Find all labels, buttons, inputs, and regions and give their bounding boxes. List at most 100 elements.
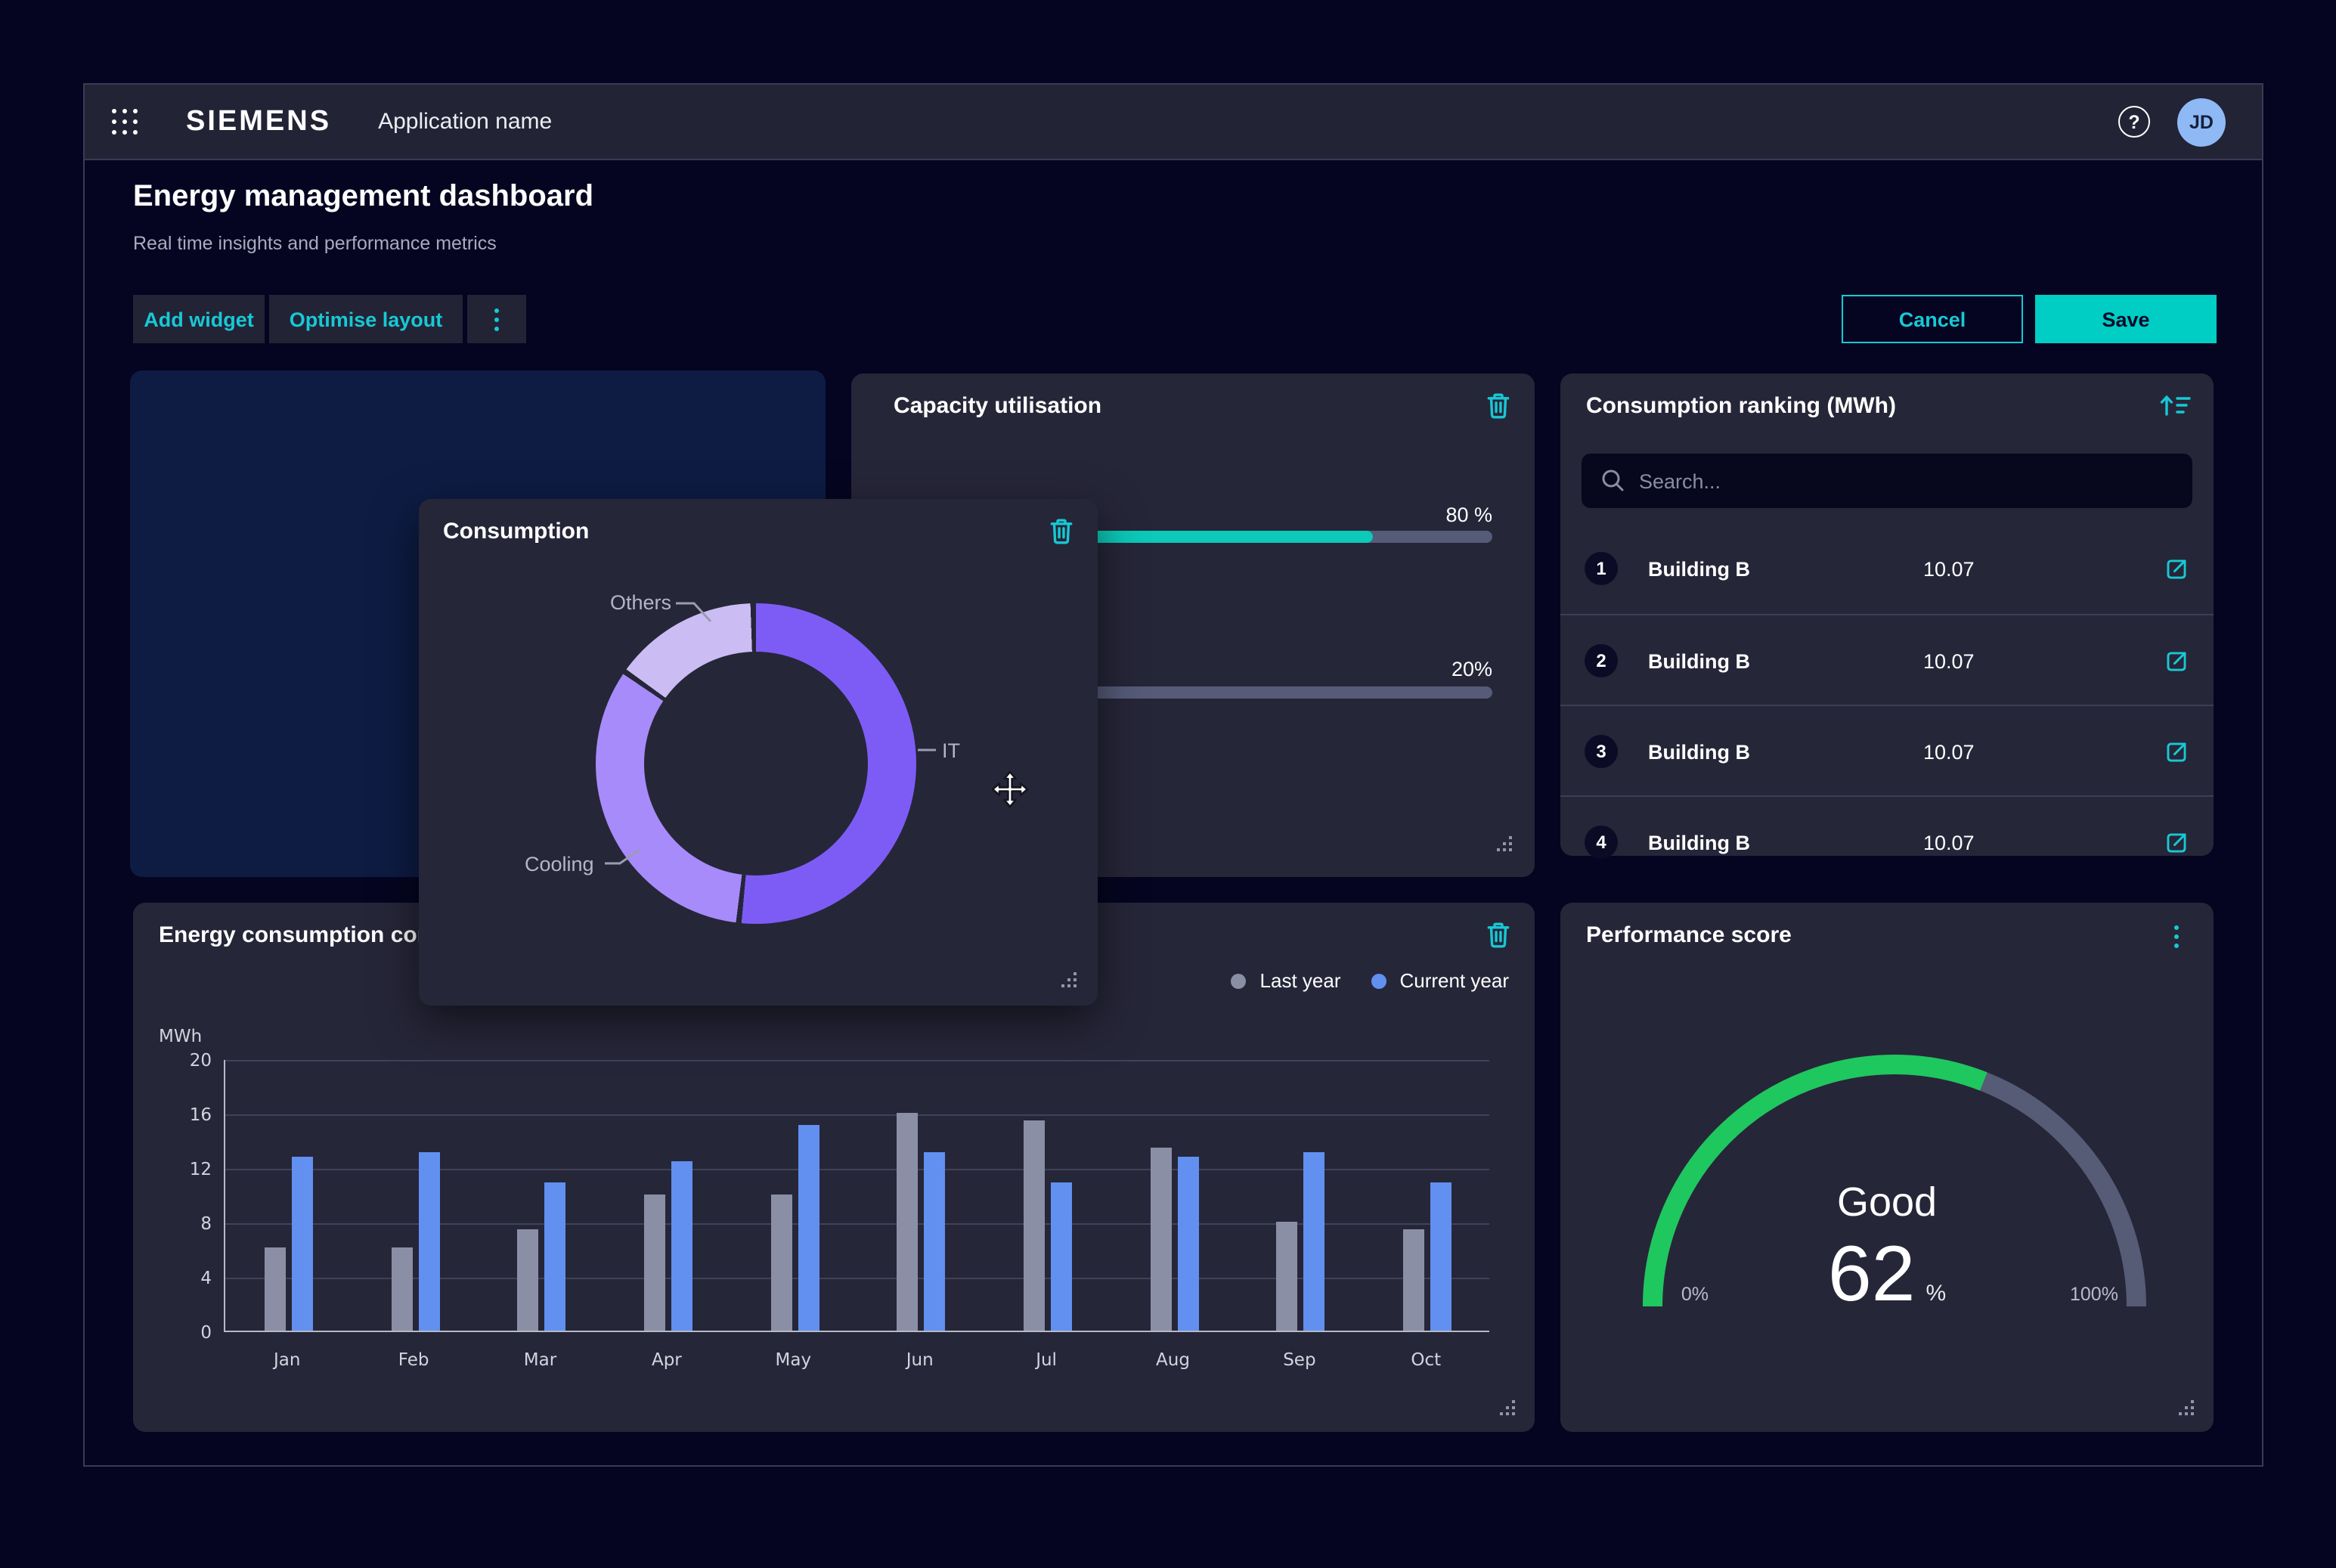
legend-label: Current year bbox=[1400, 969, 1510, 992]
widget-performance-score: Performance score Good 62 % 0% 100% bbox=[1560, 903, 2214, 1432]
rank-badge: 4 bbox=[1585, 826, 1618, 859]
gauge-score-value: 62 bbox=[1828, 1235, 1916, 1314]
app-launcher-icon[interactable] bbox=[110, 107, 141, 137]
building-name: Building B bbox=[1648, 558, 1750, 581]
bar-last-year bbox=[265, 1247, 286, 1331]
legend-dot-icon bbox=[1371, 973, 1386, 988]
bar-last-year bbox=[897, 1113, 919, 1331]
open-external-button[interactable] bbox=[2164, 739, 2189, 765]
external-link-icon bbox=[2164, 649, 2189, 674]
widget-title: Capacity utilisation bbox=[894, 393, 1101, 419]
legend-dot-icon bbox=[1232, 973, 1247, 988]
ranking-row[interactable]: 1 Building B 10.07 bbox=[1560, 523, 2214, 614]
y-tick-label: 8 bbox=[172, 1213, 212, 1234]
consumption-value: 10.07 bbox=[1923, 832, 1975, 854]
x-tick-label: Sep bbox=[1266, 1349, 1333, 1370]
open-external-button[interactable] bbox=[2164, 649, 2189, 674]
siemens-logo: SIEMENS bbox=[186, 105, 331, 138]
search-input[interactable] bbox=[1639, 469, 2138, 492]
capacity-row-value: 80 % bbox=[1445, 504, 1492, 526]
x-tick-label: Jul bbox=[1013, 1349, 1080, 1370]
bar-last-year bbox=[1024, 1121, 1045, 1331]
x-tick-label: Mar bbox=[507, 1349, 574, 1370]
legend-item[interactable]: Current year bbox=[1371, 969, 1510, 992]
sort-button[interactable] bbox=[2159, 392, 2192, 420]
chart-legend: Last year Current year bbox=[1232, 969, 1509, 992]
gridline bbox=[225, 1060, 1489, 1061]
trash-icon bbox=[1485, 921, 1512, 950]
y-axis-unit-label: MWh bbox=[159, 1025, 202, 1046]
widget-title: Performance score bbox=[1586, 922, 1792, 948]
trash-icon bbox=[1485, 392, 1512, 420]
capacity-row-value: 20% bbox=[1451, 658, 1492, 680]
page-subtitle: Real time insights and performance metri… bbox=[133, 233, 497, 254]
gauge-max-label: 100% bbox=[2056, 1284, 2132, 1305]
gridline bbox=[225, 1278, 1489, 1279]
save-button[interactable]: Save bbox=[2035, 295, 2217, 343]
search-box bbox=[1582, 454, 2192, 508]
bar-last-year bbox=[1277, 1222, 1298, 1331]
building-name: Building B bbox=[1648, 741, 1750, 764]
resize-grip-icon[interactable] bbox=[1497, 836, 1513, 853]
bar-current-year bbox=[1430, 1182, 1451, 1331]
resize-grip-icon[interactable] bbox=[2179, 1400, 2195, 1417]
bar-last-year bbox=[1403, 1229, 1424, 1331]
consumption-value: 10.07 bbox=[1923, 650, 1975, 673]
x-tick-label: Jun bbox=[887, 1349, 953, 1370]
gridline bbox=[225, 1114, 1489, 1116]
kebab-icon bbox=[2173, 925, 2178, 930]
x-tick-label: Jan bbox=[254, 1349, 321, 1370]
legend-item[interactable]: Last year bbox=[1232, 969, 1341, 992]
building-name: Building B bbox=[1648, 650, 1750, 673]
cancel-button[interactable]: Cancel bbox=[1842, 295, 2023, 343]
open-external-button[interactable] bbox=[2164, 830, 2189, 856]
avatar[interactable]: JD bbox=[2177, 98, 2226, 146]
ranking-row[interactable]: 4 Building B 10.07 bbox=[1560, 795, 2214, 856]
dashboard-stage: SIEMENS Application name ? JD Energy man… bbox=[0, 0, 2336, 1568]
bar-current-year bbox=[798, 1125, 819, 1331]
consumption-value: 10.07 bbox=[1923, 741, 1975, 764]
widget-consumption-donut[interactable]: Consumption Others IT Cooling bbox=[419, 499, 1098, 1006]
donut-label-others: Others bbox=[610, 591, 671, 614]
ranking-row[interactable]: 3 Building B 10.07 bbox=[1560, 705, 2214, 795]
y-tick-label: 12 bbox=[172, 1158, 212, 1179]
rank-badge: 3 bbox=[1585, 735, 1618, 768]
x-tick-label: May bbox=[760, 1349, 826, 1370]
rank-badge: 1 bbox=[1585, 552, 1618, 585]
open-external-button[interactable] bbox=[2164, 556, 2189, 582]
bar-chart-plot bbox=[224, 1060, 1489, 1332]
delete-widget-button[interactable] bbox=[1048, 517, 1075, 546]
search-icon bbox=[1601, 469, 1625, 493]
bar-current-year bbox=[1051, 1182, 1072, 1331]
rank-badge: 2 bbox=[1585, 644, 1618, 677]
widget-menu-button[interactable] bbox=[2161, 921, 2191, 950]
delete-widget-button[interactable] bbox=[1485, 921, 1512, 950]
gauge-min-label: 0% bbox=[1666, 1284, 1724, 1305]
widget-title: Consumption bbox=[443, 519, 589, 544]
bar-current-year bbox=[1304, 1152, 1325, 1331]
external-link-icon bbox=[2164, 556, 2189, 582]
more-actions-button[interactable] bbox=[467, 295, 526, 343]
ranking-row[interactable]: 2 Building B 10.07 bbox=[1560, 614, 2214, 705]
donut-label-cooling: Cooling bbox=[525, 853, 594, 875]
delete-widget-button[interactable] bbox=[1485, 392, 1512, 420]
widget-title: Energy consumption com bbox=[159, 922, 437, 948]
consumption-value: 10.07 bbox=[1923, 558, 1975, 581]
bar-current-year bbox=[1178, 1157, 1199, 1331]
add-widget-button[interactable]: Add widget bbox=[133, 295, 265, 343]
bar-current-year bbox=[925, 1152, 946, 1331]
bar-last-year bbox=[518, 1229, 539, 1331]
donut-chart bbox=[596, 603, 916, 924]
bar-last-year bbox=[770, 1195, 792, 1331]
page-title: Energy management dashboard bbox=[133, 180, 593, 215]
help-icon[interactable]: ? bbox=[2118, 106, 2150, 138]
widget-consumption-ranking: Consumption ranking (MWh) 1 Building B 1… bbox=[1560, 373, 2214, 856]
resize-grip-icon[interactable] bbox=[1500, 1400, 1517, 1417]
bar-current-year bbox=[671, 1162, 692, 1331]
external-link-icon bbox=[2164, 739, 2189, 765]
optimise-layout-button[interactable]: Optimise layout bbox=[269, 295, 463, 343]
kebab-icon bbox=[494, 308, 499, 312]
gauge-status-text: Good bbox=[1560, 1179, 2214, 1226]
y-tick-label: 0 bbox=[172, 1322, 212, 1343]
resize-grip-icon[interactable] bbox=[1061, 972, 1078, 989]
